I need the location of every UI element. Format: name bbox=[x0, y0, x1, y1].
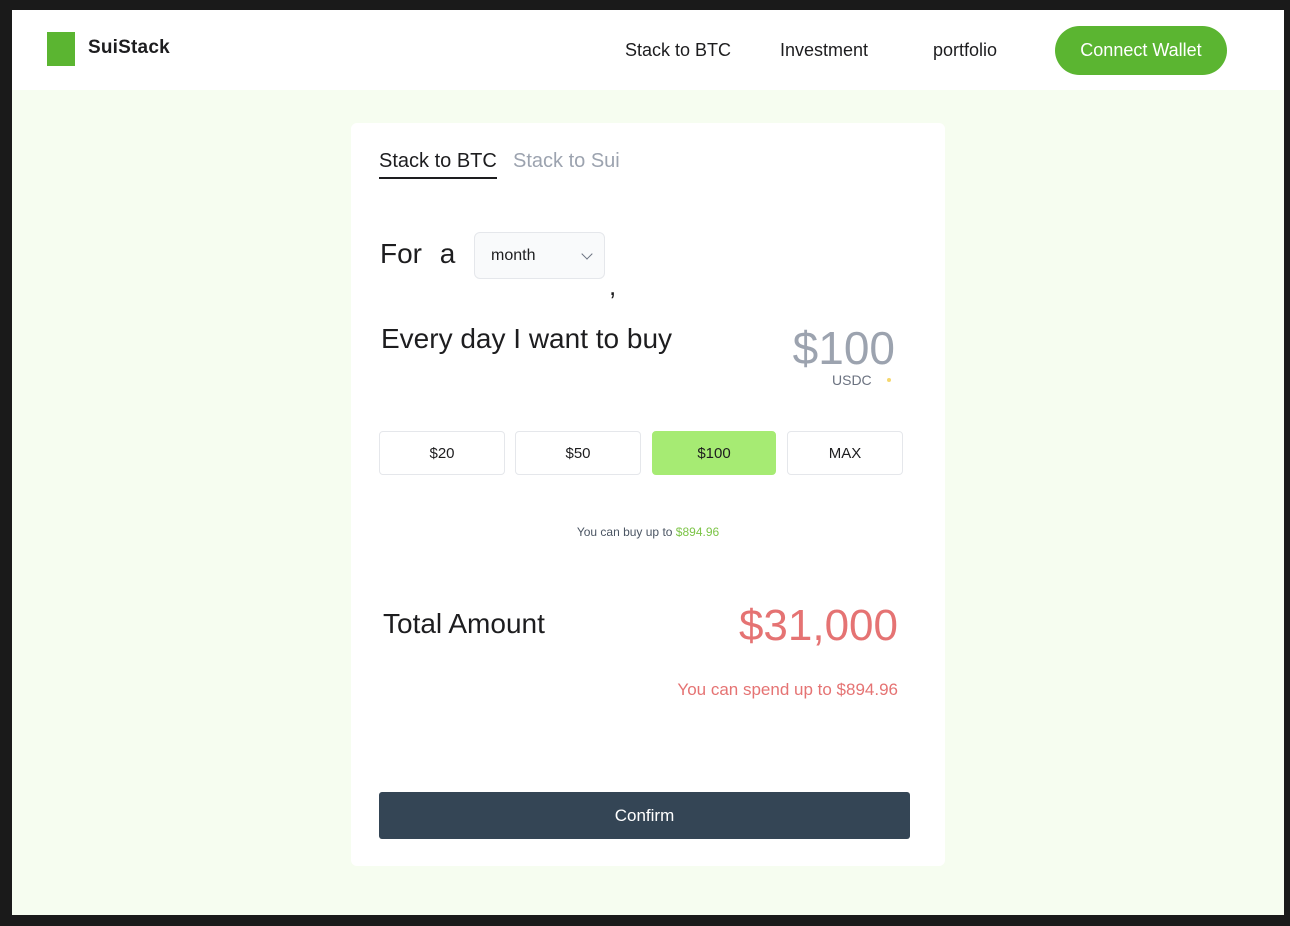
nav-stack-to-btc[interactable]: Stack to BTC bbox=[625, 40, 731, 61]
preset-100-button[interactable]: $100 bbox=[652, 431, 776, 475]
spend-limit-note: You can spend up to $894.96 bbox=[677, 680, 898, 699]
nav-portfolio[interactable]: portfolio bbox=[933, 40, 997, 61]
brand-name: SuiStack bbox=[88, 37, 170, 58]
token-dot-icon bbox=[887, 378, 891, 382]
buy-amount-unit: USDC bbox=[832, 372, 872, 388]
preset-20-button[interactable]: $20 bbox=[379, 431, 505, 475]
stack-card: Stack to BTC Stack to Sui For a month , … bbox=[351, 123, 945, 866]
total-amount-label: Total Amount bbox=[383, 608, 545, 639]
top-navbar: SuiStack Stack to BTC Investment portfol… bbox=[12, 10, 1284, 90]
buy-limit-hint-text: You can buy up to bbox=[576, 525, 676, 539]
total-amount-value: $31,000 bbox=[738, 601, 898, 650]
period-select[interactable]: month bbox=[474, 232, 605, 279]
logo-icon bbox=[47, 32, 75, 66]
preset-max-button[interactable]: MAX bbox=[787, 431, 903, 475]
app-frame: SuiStack Stack to BTC Investment portfol… bbox=[12, 10, 1284, 915]
buy-amount-input[interactable]: $100 bbox=[793, 321, 895, 375]
period-select-value: month bbox=[491, 246, 536, 264]
buy-limit-amount: $894.96 bbox=[675, 525, 720, 539]
confirm-button[interactable]: Confirm bbox=[379, 792, 910, 839]
period-suffix: , bbox=[609, 271, 617, 301]
preset-50-button[interactable]: $50 bbox=[515, 431, 641, 475]
period-prefix-label: For a bbox=[380, 238, 456, 269]
chevron-down-icon bbox=[581, 248, 593, 260]
tab-stack-to-btc[interactable]: Stack to BTC bbox=[379, 150, 497, 179]
tab-stack-to-sui[interactable]: Stack to Sui bbox=[513, 150, 620, 177]
buy-label: Every day I want to buy bbox=[381, 323, 673, 354]
buy-limit-hint: You can buy up to $894.96 bbox=[351, 525, 945, 539]
nav-investment[interactable]: Investment bbox=[780, 40, 868, 61]
connect-wallet-button[interactable]: Connect Wallet bbox=[1055, 26, 1227, 75]
